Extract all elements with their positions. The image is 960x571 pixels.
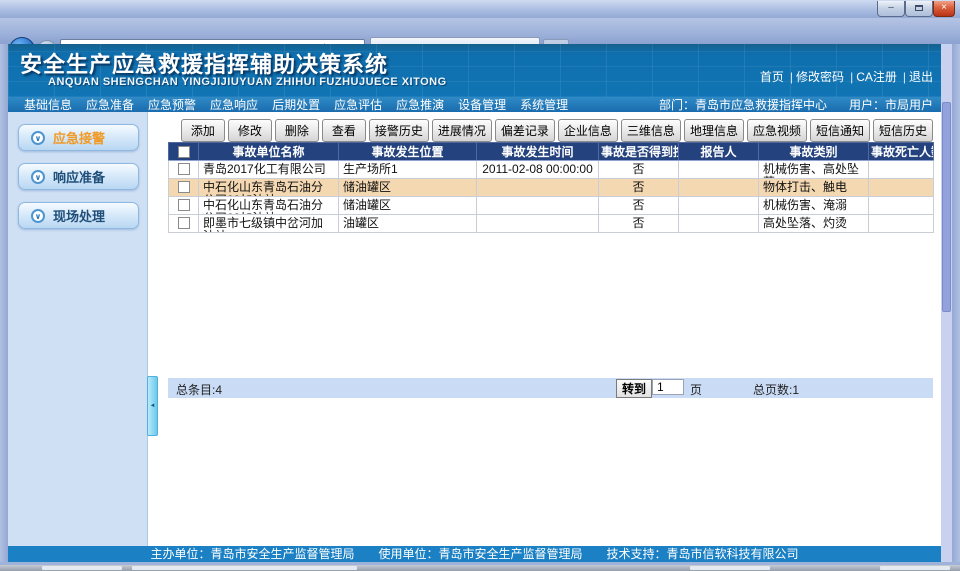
- sidebar-item-label: 响应准备: [53, 167, 105, 186]
- window-border-left: [0, 44, 8, 565]
- sms-history-button[interactable]: 短信历史: [873, 119, 933, 142]
- scrollbar-thumb[interactable]: [942, 102, 951, 312]
- taskbar-segment: [880, 566, 950, 570]
- link-logout[interactable]: 退出: [909, 68, 933, 85]
- col-unit-name: 事故单位名称: [199, 143, 339, 161]
- close-icon: ×: [941, 2, 947, 13]
- total-items-label: 总条目:4: [176, 381, 222, 398]
- link-separator: |: [790, 70, 793, 84]
- add-button[interactable]: 添加: [181, 119, 225, 142]
- row-checkbox[interactable]: [178, 163, 190, 175]
- menu-item-emergency-warning[interactable]: 应急预警: [148, 96, 196, 113]
- pagination-bar: 总条目:4 转到 页 总页数:1: [168, 378, 933, 398]
- chevron-down-icon: ∨: [31, 209, 45, 223]
- footer-text: 主办单位：青岛市安全生产监督管理局 使用单位：青岛市安全生产监督管理局 技术支持…: [150, 547, 798, 561]
- link-separator: |: [850, 70, 853, 84]
- department-label: 部门：青岛市应急救援指挥中心: [659, 96, 827, 113]
- link-change-password[interactable]: 修改密码: [796, 68, 844, 85]
- maximize-button[interactable]: [905, 1, 933, 17]
- header-links: 首页 | 修改密码 | CA注册 | 退出: [760, 68, 933, 85]
- menu-item-emergency-response[interactable]: 应急响应: [210, 96, 258, 113]
- page-number-input[interactable]: [652, 379, 684, 395]
- deviation-record-button[interactable]: 偏差记录: [495, 119, 555, 142]
- alarm-history-button[interactable]: 接警历史: [369, 119, 429, 142]
- menu-item-post-disposal[interactable]: 后期处置: [272, 96, 320, 113]
- table-header-row: 事故单位名称 事故发生位置 事故发生时间 事故是否得到控制 报告人 事故类别 事…: [169, 143, 934, 161]
- user-label: 用户：市局用户: [849, 96, 933, 113]
- table-row[interactable]: 即墨市七级镇中岔河加油站 油罐区 否 高处坠落、灼烫: [169, 215, 934, 233]
- page-unit-label: 页: [690, 381, 702, 398]
- link-separator: |: [903, 70, 906, 84]
- incident-table: 事故单位名称 事故发生位置 事故发生时间 事故是否得到控制 报告人 事故类别 事…: [168, 142, 934, 233]
- sidebar-item-emergency-alarm[interactable]: ∨ 应急接警: [18, 124, 139, 151]
- menu-item-system-mgmt[interactable]: 系统管理: [520, 96, 568, 113]
- screen: – × ← → e http://localhost:90/yjzh/frame…: [0, 0, 960, 571]
- main-content: 添加 修改 删除 查看 接警历史 进展情况 偏差记录 企业信息 三维信息 地理信…: [160, 112, 941, 546]
- col-time: 事故发生时间: [477, 143, 599, 161]
- minimize-button[interactable]: –: [877, 1, 905, 17]
- col-category: 事故类别: [759, 143, 869, 161]
- col-location: 事故发生位置: [339, 143, 477, 161]
- row-checkbox[interactable]: [178, 199, 190, 211]
- table-row[interactable]: 中石化山东青岛石油分公司09加油站 储油罐区 否 物体打击、触电: [169, 179, 934, 197]
- sms-notify-button[interactable]: 短信通知: [810, 119, 870, 142]
- 3d-info-button[interactable]: 三维信息: [621, 119, 681, 142]
- col-deaths: 事故死亡人数: [869, 143, 934, 161]
- table-row[interactable]: 青岛2017化工有限公司 生产场所1 2011-02-08 00:00:00 否…: [169, 161, 934, 179]
- chevron-down-icon: ∨: [31, 131, 45, 145]
- menu-item-basic-info[interactable]: 基础信息: [24, 96, 72, 113]
- link-home[interactable]: 首页: [760, 68, 784, 85]
- taskbar-segment: [132, 566, 357, 570]
- body-area: ∨ 应急接警 ∨ 响应准备 ∨ 现场处理 ◄ 添加 修改: [8, 112, 941, 546]
- window-border-right: [952, 44, 960, 565]
- delete-button[interactable]: 删除: [275, 119, 319, 142]
- goto-page-button[interactable]: 转到: [616, 379, 652, 398]
- table-row[interactable]: 中石化山东青岛石油分公司09加油站 储油罐区 否 机械伤害、淹溺: [169, 197, 934, 215]
- menu-item-emergency-drill[interactable]: 应急推演: [396, 96, 444, 113]
- header-banner: 安全生产应急救援指挥辅助决策系统 ANQUAN SHENGCHAN YINGJI…: [8, 44, 941, 97]
- page-scrollbar[interactable]: [941, 44, 952, 562]
- row-checkbox[interactable]: [178, 181, 190, 193]
- view-button[interactable]: 查看: [322, 119, 366, 142]
- sidebar-item-label: 应急接警: [53, 128, 105, 147]
- sidebar-collapse-handle[interactable]: ◄: [147, 376, 158, 436]
- enterprise-info-button[interactable]: 企业信息: [558, 119, 618, 142]
- page-subtitle: ANQUAN SHENGCHAN YINGJIJIUYUAN ZHIHUI FU…: [48, 76, 447, 88]
- col-controlled: 事故是否得到控制: [599, 143, 679, 161]
- modify-button[interactable]: 修改: [228, 119, 272, 142]
- progress-button[interactable]: 进展情况: [432, 119, 492, 142]
- row-checkbox[interactable]: [178, 217, 190, 229]
- browser-navbar: ← → e http://localhost:90/yjzh/frame/hom…: [0, 18, 960, 44]
- sidebar: ∨ 应急接警 ∨ 响应准备 ∨ 现场处理: [8, 112, 148, 546]
- col-reporter: 报告人: [679, 143, 759, 161]
- maximize-icon: [915, 5, 923, 11]
- chevron-down-icon: ∨: [31, 170, 45, 184]
- footer: 主办单位：青岛市安全生产监督管理局 使用单位：青岛市安全生产监督管理局 技术支持…: [8, 546, 941, 562]
- page: 安全生产应急救援指挥辅助决策系统 ANQUAN SHENGCHAN YINGJI…: [8, 44, 941, 562]
- menu-item-emergency-prep[interactable]: 应急准备: [86, 96, 134, 113]
- taskbar-segment: [690, 566, 770, 570]
- minimize-icon: –: [888, 2, 894, 13]
- close-window-button[interactable]: ×: [933, 1, 955, 17]
- menu-item-emergency-assessment[interactable]: 应急评估: [334, 96, 382, 113]
- sidebar-item-scene-handling[interactable]: ∨ 现场处理: [18, 202, 139, 229]
- toolbar: 添加 修改 删除 查看 接警历史 进展情况 偏差记录 企业信息 三维信息 地理信…: [181, 119, 933, 142]
- total-pages-label: 总页数:1: [753, 381, 799, 398]
- window-titlebar: – ×: [0, 0, 960, 18]
- main-menubar: 基础信息 应急准备 应急预警 应急响应 后期处置 应急评估 应急推演 设备管理 …: [8, 97, 941, 112]
- sidebar-item-label: 现场处理: [53, 206, 105, 225]
- geo-info-button[interactable]: 地理信息: [684, 119, 744, 142]
- emergency-video-button[interactable]: 应急视频: [747, 119, 807, 142]
- collapse-left-icon: ◄: [150, 403, 156, 409]
- taskbar-segment: [42, 566, 122, 570]
- select-all-checkbox[interactable]: [178, 146, 190, 158]
- link-ca-register[interactable]: CA注册: [856, 68, 897, 85]
- taskbar-sliver: [0, 565, 960, 571]
- menu-item-equipment-mgmt[interactable]: 设备管理: [458, 96, 506, 113]
- sidebar-item-response-prep[interactable]: ∨ 响应准备: [18, 163, 139, 190]
- page-title: 安全生产应急救援指挥辅助决策系统: [20, 47, 388, 79]
